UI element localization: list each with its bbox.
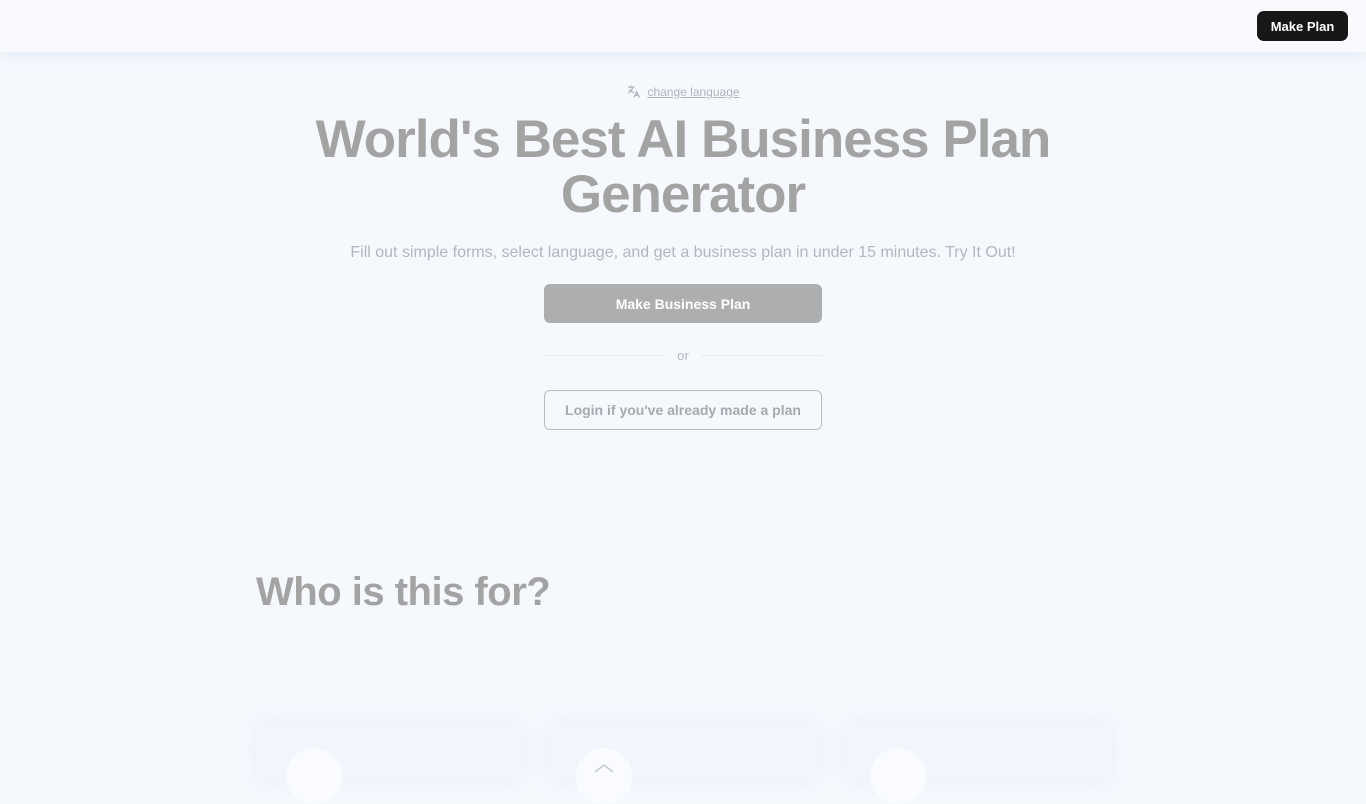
change-language-link[interactable]: change language bbox=[647, 85, 739, 99]
divider-text: or bbox=[677, 347, 689, 363]
make-plan-button[interactable]: Make Plan bbox=[1257, 11, 1348, 41]
audience-card-2 bbox=[548, 722, 818, 804]
login-button[interactable]: Login if you've already made a plan bbox=[544, 390, 822, 430]
hero-title-line-2: Generator bbox=[560, 165, 806, 224]
hero-title-line-1: World's Best AI Business Plan bbox=[315, 110, 1052, 169]
audience-card-1-icon bbox=[286, 748, 342, 804]
hero-subtitle: Fill out simple forms, select language, … bbox=[350, 244, 1016, 261]
hero-title: World's Best AI Business Plan Generator bbox=[0, 112, 1366, 222]
audience-card-3 bbox=[846, 722, 1112, 804]
top-header: Make Plan bbox=[0, 0, 1366, 52]
translate-icon[interactable] bbox=[626, 84, 641, 99]
audience-section-title: Who is this for? bbox=[256, 570, 551, 614]
change-language: change language bbox=[0, 84, 1366, 99]
audience-card-3-icon bbox=[870, 748, 926, 804]
audience-card-1 bbox=[256, 722, 522, 804]
make-business-plan-button[interactable]: Make Business Plan bbox=[544, 284, 822, 323]
divider-line-right bbox=[700, 354, 822, 356]
divider-line-left bbox=[544, 354, 666, 356]
or-divider: or bbox=[544, 346, 822, 364]
home-icon bbox=[576, 748, 632, 804]
